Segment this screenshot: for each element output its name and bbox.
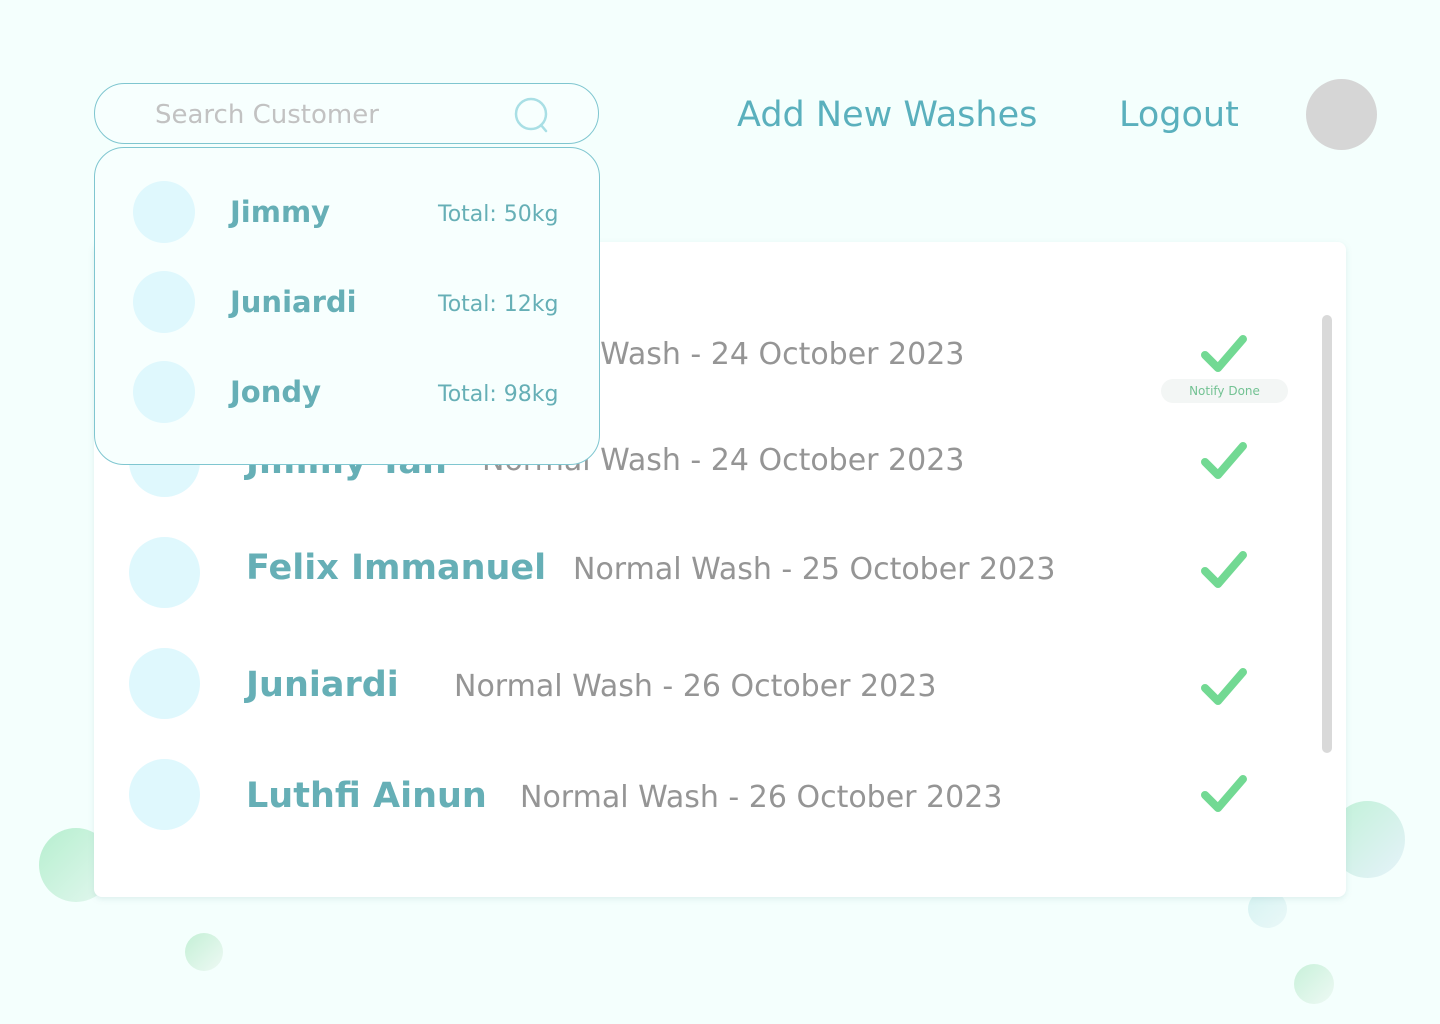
notify-done-button[interactable]: Notify Done [1161,379,1288,403]
customer-name: Juniardi [246,665,399,705]
decorative-bubble [1294,964,1334,1004]
checkmark-icon[interactable] [1200,333,1248,375]
search-suggestions-dropdown: Jimmy Total: 50kg Juniardi Total: 12kg J… [94,147,600,465]
suggestion-total: Total: 50kg [438,202,559,227]
customer-avatar [133,181,195,243]
customer-name: Felix Immanuel [246,548,547,588]
customer-name: Luthfi Ainun [246,776,487,816]
decorative-bubble [185,933,223,971]
scrollbar[interactable] [1322,315,1332,753]
customer-avatar [129,537,200,608]
wash-row: Juniardi Normal Wash - 26 October 2023 [94,648,1346,748]
user-avatar[interactable] [1306,79,1377,150]
checkmark-icon[interactable] [1200,773,1248,815]
checkmark-icon[interactable] [1200,666,1248,708]
suggestion-name: Juniardi [230,285,357,319]
wash-row: Felix Immanuel Normal Wash - 25 October … [94,537,1346,637]
suggestion-item[interactable]: Juniardi Total: 12kg [95,269,599,349]
wash-row: Luthfi Ainun Normal Wash - 26 October 20… [94,759,1346,859]
wash-detail: Normal Wash - 26 October 2023 [454,669,937,704]
suggestion-item[interactable]: Jimmy Total: 50kg [95,179,599,259]
add-new-washes-link[interactable]: Add New Washes [737,94,1037,136]
search-icon[interactable] [514,97,550,133]
search-input[interactable] [153,98,537,132]
wash-detail: Normal Wash - 25 October 2023 [573,552,1056,587]
customer-avatar [129,648,200,719]
suggestion-total: Total: 12kg [438,292,559,317]
suggestion-name: Jondy [230,375,322,409]
customer-avatar [133,271,195,333]
wash-detail: Normal Wash - 26 October 2023 [520,780,1003,815]
suggestion-total: Total: 98kg [438,382,559,407]
suggestion-item[interactable]: Jondy Total: 98kg [95,359,599,439]
logout-link[interactable]: Logout [1119,94,1239,136]
customer-avatar [129,759,200,830]
checkmark-icon[interactable] [1200,440,1248,482]
checkmark-icon[interactable] [1200,549,1248,591]
suggestion-name: Jimmy [230,195,331,229]
customer-avatar [133,361,195,423]
